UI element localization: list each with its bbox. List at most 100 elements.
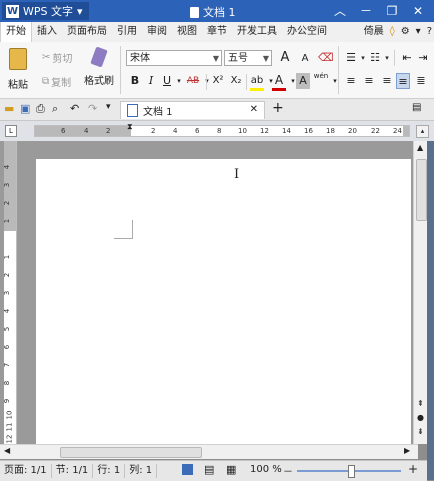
chevron-down-icon[interactable]: ▾: [328, 73, 342, 89]
tab-stop-selector[interactable]: L: [5, 125, 17, 137]
print-icon[interactable]: ⎙: [36, 102, 45, 116]
user-name[interactable]: 倚晨: [364, 22, 384, 42]
paste-button[interactable]: 粘贴: [8, 48, 28, 91]
scissors-icon: ✂: [42, 52, 51, 63]
ruler-tick: 6: [61, 127, 66, 135]
bold-button[interactable]: B: [128, 73, 142, 89]
browse-object-icon[interactable]: ●: [417, 413, 424, 422]
format-painter-button[interactable]: 格式刷: [84, 46, 114, 87]
font-name-select[interactable]: 宋体 ▼: [126, 50, 222, 66]
left-margin-area: [35, 126, 131, 136]
save-icon[interactable]: ▣: [20, 102, 30, 115]
menu-view[interactable]: 视图: [172, 22, 202, 42]
grow-font-button[interactable]: A: [278, 50, 292, 66]
section-count[interactable]: 节: 1/1: [52, 464, 94, 478]
ruler-tick: 6: [3, 344, 12, 350]
line-number: 行: 1: [93, 464, 126, 478]
distributed-align-icon[interactable]: ≣: [414, 73, 428, 89]
menu-page-layout[interactable]: 页面布局: [62, 22, 112, 42]
menu-review[interactable]: 审阅: [142, 22, 172, 42]
ruler-tick: 11: [5, 422, 14, 432]
clear-format-button[interactable]: ⌫: [318, 50, 334, 66]
ruler-tick: 4: [3, 164, 12, 170]
cut-button[interactable]: ✂ 剪切: [42, 50, 72, 65]
previous-page-icon[interactable]: ⇞: [417, 399, 424, 408]
page-count[interactable]: 页面: 1/1: [0, 464, 52, 478]
ruler-tick: 4: [173, 127, 178, 135]
chevron-down-icon: ▼: [212, 54, 219, 63]
copy-button[interactable]: ⧉ 复制: [42, 74, 71, 89]
page-view-icon[interactable]: [182, 464, 193, 475]
vertical-ruler[interactable]: 4 3 2 1 1 2 3 4 5 6 7 8 9 10 11 12: [3, 141, 17, 444]
scroll-right-icon[interactable]: ▶: [404, 446, 410, 455]
horizontal-scroll-thumb[interactable]: [60, 447, 202, 458]
document-page[interactable]: I: [36, 159, 411, 444]
customize-toolbar-icon[interactable]: ▾: [106, 102, 111, 112]
ruler-tick: 7: [3, 362, 12, 368]
ruler-tick: 20: [348, 127, 357, 135]
skin-icon[interactable]: ◊: [390, 22, 395, 42]
zoom-level[interactable]: 100 %: [250, 464, 282, 475]
undo-icon[interactable]: ↶: [70, 102, 79, 115]
font-color-button[interactable]: A: [272, 72, 286, 88]
menu-chapter[interactable]: 章节: [202, 22, 232, 42]
zoom-out-button[interactable]: －: [283, 463, 293, 478]
align-right-icon[interactable]: ≡: [380, 73, 394, 89]
close-button[interactable]: ✕: [406, 2, 430, 20]
ruler-toggle-icon[interactable]: ▴: [416, 125, 429, 138]
superscript-button[interactable]: X²: [210, 73, 226, 89]
divider: [120, 46, 121, 94]
gear-icon[interactable]: ⚙: [401, 22, 410, 42]
open-folder-icon[interactable]: ▬: [4, 102, 14, 115]
web-view-icon[interactable]: ▦: [226, 463, 236, 476]
new-tab-button[interactable]: +: [272, 100, 284, 116]
shrink-font-button[interactable]: A: [298, 51, 312, 67]
next-page-icon[interactable]: ⇟: [417, 427, 424, 436]
italic-button[interactable]: I: [144, 73, 158, 89]
close-icon[interactable]: ✕: [250, 104, 258, 115]
print-preview-icon[interactable]: ⌕: [52, 102, 58, 116]
chevron-down-icon[interactable]: ▾: [416, 22, 421, 42]
horizontal-ruler[interactable]: 6 4 2 ⧗ 2 4 6 8 10 12 14 16 18 20 22 24: [34, 122, 410, 137]
scroll-left-icon[interactable]: ◀: [4, 446, 10, 455]
collapse-ribbon-icon[interactable]: ︿: [328, 2, 352, 20]
decrease-indent-icon[interactable]: ⇤: [400, 50, 414, 66]
window-title: 文档 1: [190, 4, 236, 20]
tab-document-1[interactable]: 文档 1 ✕: [120, 101, 265, 119]
ruler-tick: 2: [3, 200, 12, 206]
document-canvas[interactable]: 4 3 2 1 1 2 3 4 5 6 7 8 9 10 11 12 I: [0, 141, 418, 444]
restore-button[interactable]: ❐: [380, 2, 404, 20]
font-size-select[interactable]: 五号 ▼: [224, 50, 272, 66]
horizontal-scrollbar[interactable]: ◀ ▶: [0, 444, 418, 459]
character-shading-button[interactable]: A: [296, 73, 310, 89]
ruler-tick: 8: [217, 127, 222, 135]
help-icon[interactable]: ?: [427, 22, 432, 42]
menu-developer[interactable]: 开发工具: [232, 22, 282, 42]
tab-label: 文档 1: [143, 107, 173, 118]
menu-references[interactable]: 引用: [112, 22, 142, 42]
menu-home[interactable]: 开始: [0, 22, 32, 42]
minimize-button[interactable]: －: [354, 2, 378, 20]
outline-view-icon[interactable]: ▤: [204, 463, 214, 476]
tab-list-icon[interactable]: ▤: [412, 102, 421, 113]
highlight-button[interactable]: ab: [250, 73, 264, 89]
vertical-scrollbar[interactable]: ▲ ⇞ ● ⇟: [413, 141, 428, 444]
vertical-scroll-thumb[interactable]: [416, 159, 427, 221]
chevron-down-icon[interactable]: ▾: [380, 50, 394, 66]
subscript-button[interactable]: X₂: [228, 73, 244, 89]
app-menu-button[interactable]: W WPS 文字 ▾: [2, 2, 89, 20]
menu-office-space[interactable]: 办公空间: [282, 22, 332, 42]
quick-access-and-tabs: ▬ ▣ ⎙ ⌕ ↶ ↷ ▾ 文档 1 ✕ + ▤: [0, 99, 434, 121]
ruler-tick: 10: [5, 410, 14, 420]
zoom-slider-handle[interactable]: [348, 465, 355, 478]
redo-icon[interactable]: ↷: [88, 102, 97, 115]
ruler-tick: 2: [151, 127, 156, 135]
indent-marker[interactable]: ⧗: [127, 122, 133, 132]
align-center-icon[interactable]: ≡: [362, 73, 376, 89]
justify-icon[interactable]: ≡: [396, 73, 410, 89]
scroll-up-icon[interactable]: ▲: [417, 143, 423, 152]
align-left-icon[interactable]: ≡: [344, 73, 358, 89]
menu-insert[interactable]: 插入: [32, 22, 62, 42]
increase-indent-icon[interactable]: ⇥: [416, 50, 430, 66]
zoom-in-button[interactable]: +: [408, 462, 418, 476]
